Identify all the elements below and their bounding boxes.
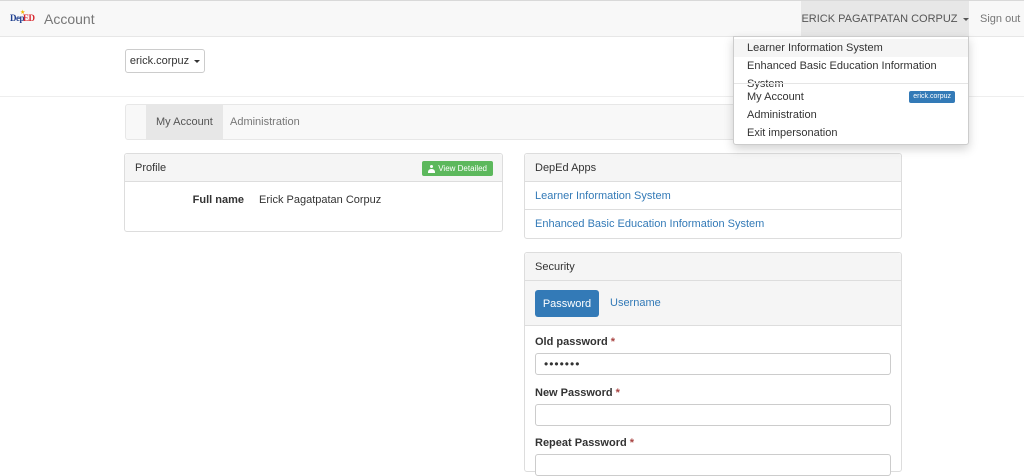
old-password-label-text: Old password [535, 336, 608, 348]
menu-item-my-account-label: My Account [747, 91, 804, 103]
profile-panel: Profile View Detailed Full name Erick Pa… [124, 153, 503, 232]
menu-divider [734, 83, 968, 84]
profile-heading: Profile View Detailed [125, 154, 502, 182]
app-link-ebeis[interactable]: Enhanced Basic Education Information Sys… [525, 210, 901, 238]
menu-item-ebeis[interactable]: Enhanced Basic Education Information Sys… [734, 57, 968, 90]
user-menu-toggle[interactable]: ERICK PAGATPATAN CORPUZ [801, 1, 969, 37]
old-password-label: Old password * [535, 336, 615, 348]
repeat-password-label: Repeat Password * [535, 437, 634, 449]
top-navbar: ★ Dep ED Account ERICK PAGATPATAN CORPUZ… [0, 0, 1024, 37]
view-detailed-button[interactable]: View Detailed [422, 161, 493, 176]
view-detailed-label: View Detailed [438, 164, 487, 173]
required-mark: * [629, 437, 634, 449]
tab-username[interactable]: Username [610, 290, 661, 317]
new-password-label: New Password * [535, 387, 620, 399]
app-title: Account [44, 11, 95, 27]
security-tabs: Password Username [525, 281, 901, 326]
menu-item-administration[interactable]: Administration [734, 106, 968, 124]
tab-my-account[interactable]: My Account [146, 105, 223, 139]
account-select[interactable]: erick.corpuz [125, 49, 205, 73]
logo-text-ed: ED [23, 13, 35, 23]
account-select-value: erick.corpuz [129, 55, 190, 67]
sign-out-link[interactable]: Sign out [980, 13, 1020, 25]
security-heading: Security [525, 253, 901, 281]
menu-item-my-account[interactable]: My Account erick.corpuz [734, 88, 968, 106]
user-icon [428, 164, 436, 173]
deped-logo: ★ Dep ED [10, 10, 36, 27]
repeat-password-label-text: Repeat Password [535, 437, 627, 449]
required-mark: * [615, 387, 620, 399]
brand[interactable]: ★ Dep ED Account [10, 9, 95, 29]
app-link-lis[interactable]: Learner Information System [525, 182, 901, 210]
tab-administration[interactable]: Administration [220, 105, 310, 139]
deped-apps-panel: DepEd Apps Learner Information System En… [524, 153, 902, 239]
required-mark: * [610, 336, 616, 348]
security-panel: Security Password Username Old password *… [524, 252, 902, 476]
logo-text-dep: Dep [10, 13, 25, 23]
apps-heading: DepEd Apps [525, 154, 901, 182]
menu-item-lis[interactable]: Learner Information System [734, 39, 968, 57]
caret-down-icon [962, 17, 969, 21]
profile-heading-text: Profile [135, 162, 167, 174]
user-dropdown-menu: Learner Information System Enhanced Basi… [733, 36, 969, 145]
username-badge: erick.corpuz [909, 91, 955, 103]
full-name-label: Full name [192, 194, 244, 206]
repeat-password-input[interactable] [535, 454, 891, 476]
old-password-input[interactable]: ••••••• [535, 353, 891, 375]
tab-password[interactable]: Password [535, 290, 599, 317]
full-name-value: Erick Pagatpatan Corpuz [259, 194, 382, 206]
user-name: ERICK PAGATPATAN CORPUZ [801, 13, 958, 25]
new-password-input[interactable] [535, 404, 891, 426]
menu-item-exit-impersonation[interactable]: Exit impersonation [734, 124, 968, 142]
new-password-label-text: New Password [535, 387, 613, 399]
caret-down-icon [194, 59, 201, 63]
